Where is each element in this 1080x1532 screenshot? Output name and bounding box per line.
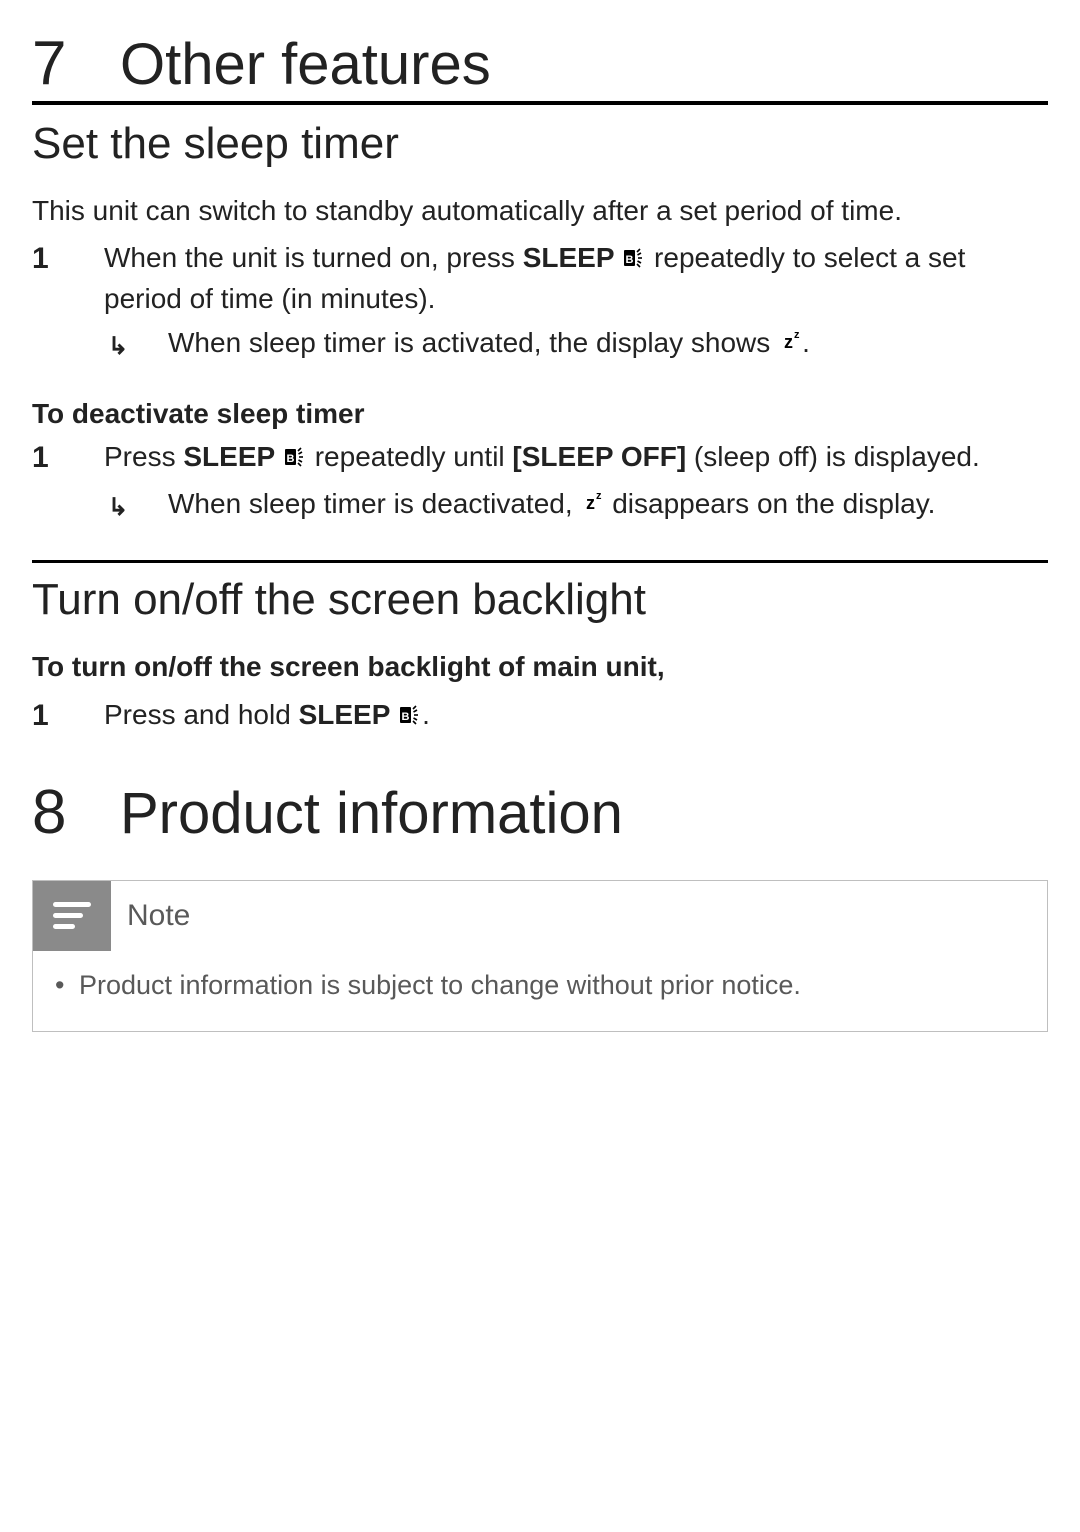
result-arrow-icon: ↳ [108, 496, 128, 520]
section-sleep-timer-heading: Set the sleep timer [32, 119, 1048, 169]
svg-text:z: z [784, 332, 793, 352]
sleep-zz-icon: z z [778, 324, 802, 362]
sleep-timer-intro: This unit can switch to standby automati… [32, 193, 1048, 229]
bullet-dot: • [55, 967, 79, 1003]
deactivate-sleep-step-1: 1 Press SLEEP B [32, 438, 1048, 523]
chapter-number: 7 [32, 28, 120, 99]
chapter-7-heading: 7 Other features [32, 28, 1048, 105]
svg-text:z: z [596, 490, 602, 502]
note-bullet: • Product information is subject to chan… [55, 967, 1025, 1003]
step-body: When the unit is turned on, press SLEEP … [104, 239, 1048, 361]
step-body: Press and hold SLEEP B . [104, 696, 1048, 737]
note-text: Product information is subject to change… [79, 967, 801, 1003]
sleep-timer-step-1: 1 When the unit is turned on, press SLEE… [32, 239, 1048, 361]
note-title: Note [111, 881, 190, 951]
chapter-title: Other features [120, 31, 491, 98]
step-body: Press SLEEP B repeatedly until [SL [104, 438, 1048, 523]
sleep-button-label: SLEEP [299, 699, 391, 730]
sleep-off-display: [SLEEP OFF] [512, 441, 686, 472]
deactivate-sleep-heading: To deactivate sleep timer [32, 398, 1048, 430]
svg-text:B: B [626, 254, 634, 266]
result-text: When sleep timer is activated, the displ… [168, 324, 1048, 362]
brightness-icon: B [398, 699, 422, 737]
note-body: • Product information is subject to chan… [33, 951, 1047, 1031]
sleep-zz-icon: z z [580, 485, 604, 523]
backlight-step-1: 1 Press and hold SLEEP B [32, 696, 1048, 737]
step-result: ↳ When sleep timer is deactivated, z z d… [104, 485, 1048, 523]
manual-page: 7 Other features Set the sleep timer Thi… [0, 0, 1080, 1072]
sleep-button-label: SLEEP [183, 441, 275, 472]
note-header: Note [33, 881, 1047, 951]
step-number: 1 [32, 438, 104, 523]
sleep-button-label: SLEEP [523, 242, 615, 273]
svg-text:B: B [402, 711, 410, 723]
chapter-number: 8 [32, 777, 120, 848]
result-text: When sleep timer is deactivated, z z dis… [168, 485, 1048, 523]
section-backlight-heading: Turn on/off the screen backlight [32, 560, 1048, 625]
step-number: 1 [32, 239, 104, 361]
step-text: Press and hold SLEEP B . [104, 696, 1048, 737]
result-arrow-icon: ↳ [108, 335, 128, 359]
brightness-icon: B [622, 242, 646, 280]
svg-text:z: z [586, 493, 595, 513]
backlight-intro: To turn on/off the screen backlight of m… [32, 649, 1048, 685]
note-box: Note • Product information is subject to… [32, 880, 1048, 1032]
step-result: ↳ When sleep timer is activated, the dis… [104, 324, 1048, 362]
chapter-title: Product information [120, 780, 623, 847]
note-icon [33, 881, 111, 951]
step-text: Press SLEEP B repeatedly until [SL [104, 438, 1048, 479]
brightness-icon: B [283, 441, 307, 479]
chapter-8-heading: 8 Product information [32, 777, 1048, 850]
step-text: When the unit is turned on, press SLEEP … [104, 239, 1048, 318]
step-number: 1 [32, 696, 104, 737]
svg-text:z: z [794, 329, 800, 341]
svg-text:B: B [286, 453, 294, 465]
